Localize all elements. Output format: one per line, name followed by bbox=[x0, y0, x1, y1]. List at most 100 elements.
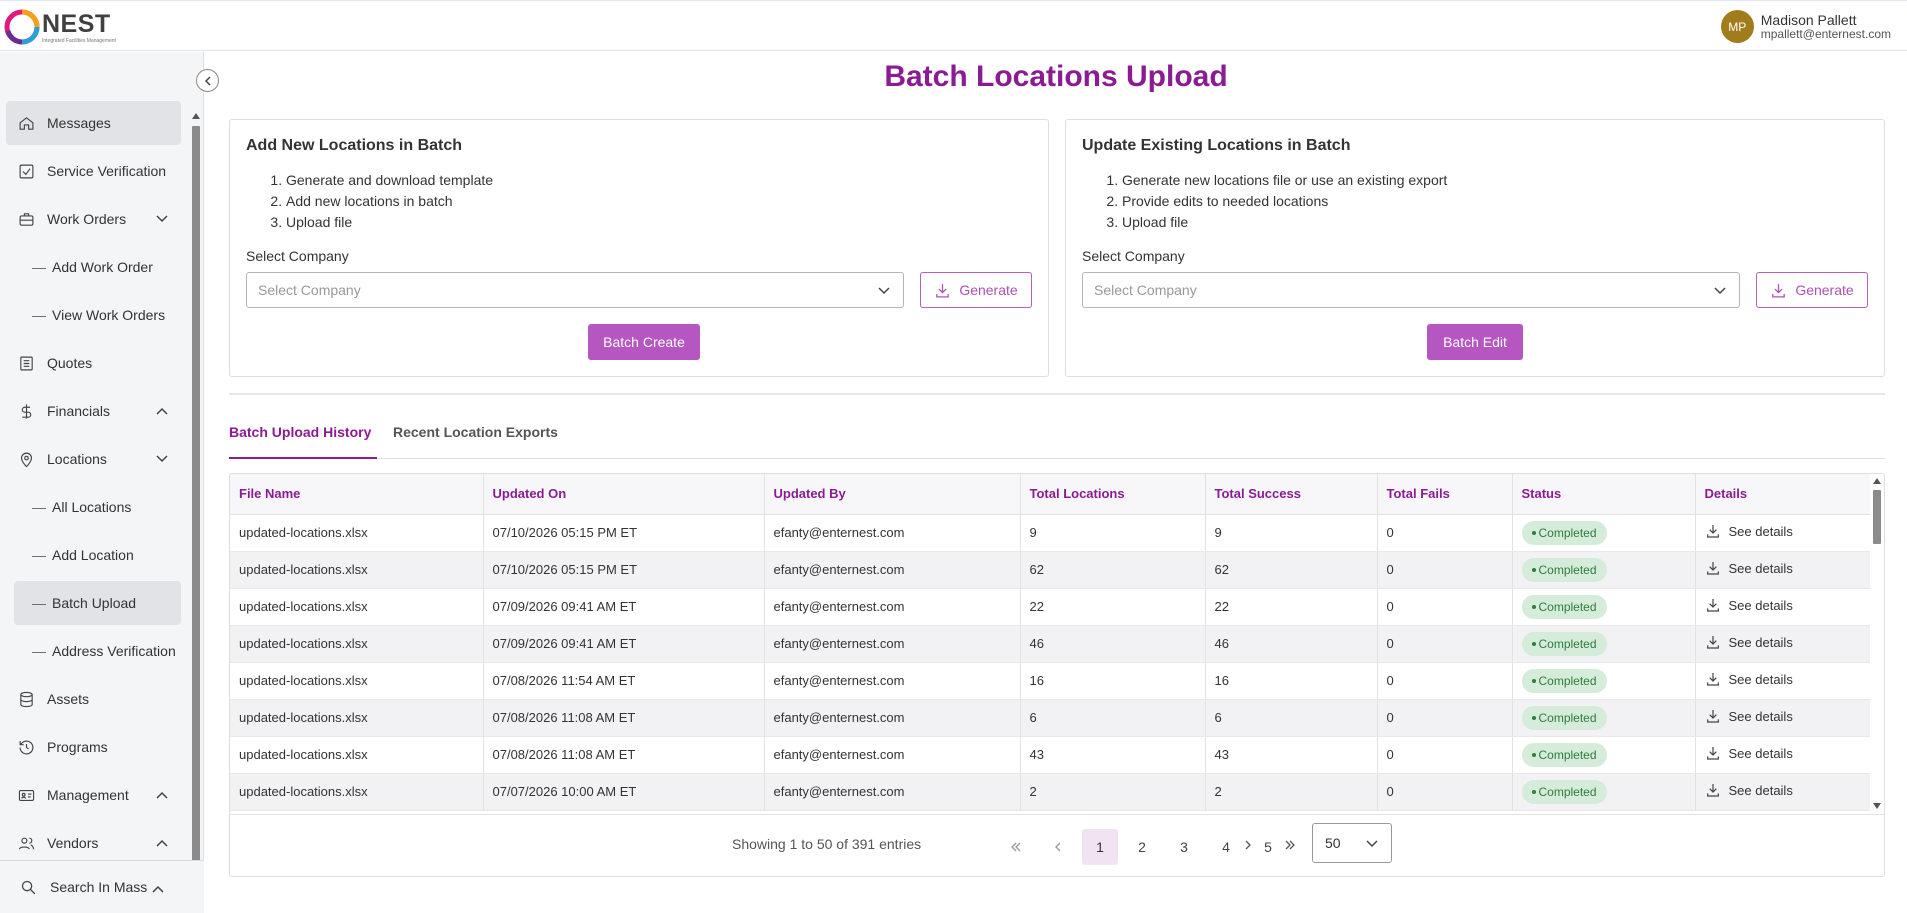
sidebar-subitem-add-work-order[interactable]: — Add Work Order bbox=[14, 245, 181, 289]
scroll-up-arrow-icon[interactable] bbox=[1873, 478, 1881, 484]
sidebar: Messages Service Verification Work Orders —… bbox=[0, 52, 204, 913]
sidebar-item-service-verification[interactable]: Service Verification bbox=[6, 149, 181, 193]
sidebar-item-financials[interactable]: Financials bbox=[6, 389, 181, 433]
sidebar-item-work-orders[interactable]: Work Orders bbox=[6, 197, 181, 241]
sidebar-item-label: Work Orders bbox=[47, 211, 127, 227]
nest-logo[interactable]: NEST Integrated Facilities Management bbox=[4, 6, 116, 48]
sidebar-subitem-batch-upload[interactable]: — Batch Upload bbox=[14, 581, 181, 625]
sidebar-item-programs[interactable]: Programs bbox=[6, 725, 181, 769]
sidebar-item-assets[interactable]: Assets bbox=[6, 677, 181, 721]
generate-template-button[interactable]: Generate bbox=[920, 272, 1032, 308]
see-details-link[interactable]: See details bbox=[1705, 782, 1793, 798]
scroll-up-arrow-icon[interactable] bbox=[192, 113, 200, 119]
column-header[interactable]: File Name bbox=[230, 474, 484, 515]
previous-page-button[interactable] bbox=[1040, 829, 1076, 865]
details-cell: See details bbox=[1695, 699, 1871, 737]
see-details-link[interactable]: See details bbox=[1705, 708, 1793, 724]
chevron-down-icon bbox=[156, 455, 168, 463]
batch-edit-button[interactable]: Batch Edit bbox=[1427, 324, 1523, 360]
updated-by-cell: efanty@enternest.com bbox=[764, 588, 1021, 626]
steps-list: Generate and download template Add new l… bbox=[270, 170, 493, 233]
sidebar-subitem-add-location[interactable]: — Add Location bbox=[14, 533, 181, 577]
collapse-sidebar-button[interactable] bbox=[196, 69, 219, 92]
total-fails-cell: 0 bbox=[1377, 773, 1513, 811]
updated-by-cell: efanty@enternest.com bbox=[764, 736, 1021, 774]
file-name-cell: updated-locations.xlsx bbox=[230, 662, 484, 700]
tab-batch-upload-history[interactable]: Batch Upload History bbox=[229, 422, 377, 459]
scroll-thumb[interactable] bbox=[1873, 490, 1881, 544]
main-content: Batch Locations Upload Add New Locations… bbox=[205, 52, 1907, 913]
column-header[interactable]: Total Success bbox=[1205, 474, 1378, 515]
download-icon bbox=[1706, 747, 1719, 760]
select-company-dropdown[interactable]: Select Company bbox=[246, 272, 904, 308]
dash-icon: — bbox=[32, 547, 46, 563]
sidebar-subitem-all-locations[interactable]: — All Locations bbox=[14, 485, 181, 529]
sidebar-item-search-in-mass[interactable]: Search In Mass bbox=[0, 860, 204, 913]
double-chevron-left-icon bbox=[1011, 842, 1021, 852]
updated-by-cell: efanty@enternest.com bbox=[764, 773, 1021, 811]
see-details-link[interactable]: See details bbox=[1705, 560, 1793, 576]
status-badge: Completed bbox=[1521, 779, 1607, 804]
details-cell: See details bbox=[1695, 551, 1871, 589]
chevron-up-icon bbox=[156, 791, 168, 799]
total-success-cell: 9 bbox=[1205, 514, 1378, 552]
sidebar-subitem-address-verification[interactable]: — Address Verification bbox=[14, 629, 181, 673]
see-details-link[interactable]: See details bbox=[1705, 634, 1793, 650]
generate-export-button[interactable]: Generate bbox=[1756, 272, 1868, 308]
download-icon bbox=[1706, 562, 1719, 575]
page-size-value: 50 bbox=[1325, 835, 1341, 851]
select-placeholder: Select Company bbox=[1094, 282, 1197, 298]
status-dot-icon bbox=[1531, 678, 1536, 683]
see-details-label: See details bbox=[1728, 634, 1793, 650]
batch-create-button[interactable]: Batch Create bbox=[588, 324, 700, 360]
step-item: Provide edits to needed locations bbox=[1122, 191, 1447, 212]
total-locations-cell: 6 bbox=[1020, 699, 1206, 737]
download-icon bbox=[936, 283, 950, 298]
updated-on-cell: 07/09/2026 09:41 AM ET bbox=[483, 625, 765, 663]
history-icon bbox=[16, 737, 36, 757]
total-locations-cell: 62 bbox=[1020, 551, 1206, 589]
column-header[interactable]: Details bbox=[1695, 474, 1871, 515]
first-page-button[interactable] bbox=[998, 829, 1034, 865]
users-icon bbox=[16, 833, 36, 853]
sidebar-item-label: Search In Mass bbox=[50, 879, 148, 895]
total-fails-cell: 0 bbox=[1377, 736, 1513, 774]
sidebar-subitem-view-work-orders[interactable]: — View Work Orders bbox=[14, 293, 181, 337]
scroll-down-arrow-icon[interactable] bbox=[1873, 803, 1881, 809]
total-success-cell: 43 bbox=[1205, 736, 1378, 774]
download-icon bbox=[1772, 283, 1786, 298]
status-dot-icon bbox=[1531, 641, 1536, 646]
select-company-label: Select Company bbox=[1082, 248, 1185, 264]
column-header[interactable]: Updated On bbox=[483, 474, 765, 515]
page-button-1[interactable]: 1 bbox=[1082, 829, 1118, 865]
sidebar-item-vendors[interactable]: Vendors bbox=[6, 821, 181, 865]
user-menu[interactable]: MP Madison Pallett mpallett@enternest.co… bbox=[1720, 10, 1891, 43]
sidebar-item-quotes[interactable]: Quotes bbox=[6, 341, 181, 385]
tab-recent-location-exports[interactable]: Recent Location Exports bbox=[393, 422, 558, 459]
file-name-cell: updated-locations.xlsx bbox=[230, 699, 484, 737]
sidebar-item-locations[interactable]: Locations bbox=[6, 437, 181, 481]
page-button-3[interactable]: 3 bbox=[1166, 829, 1202, 865]
page-button-2[interactable]: 2 bbox=[1124, 829, 1160, 865]
dash-icon: — bbox=[32, 595, 46, 611]
select-company-dropdown[interactable]: Select Company bbox=[1082, 272, 1740, 308]
sidebar-item-messages[interactable]: Messages bbox=[6, 101, 181, 145]
table-row: updated-locations.xlsx 07/10/2026 05:15 P… bbox=[230, 514, 1871, 552]
column-header[interactable]: Total Fails bbox=[1377, 474, 1513, 515]
column-header[interactable]: Updated By bbox=[764, 474, 1021, 515]
see-details-link[interactable]: See details bbox=[1705, 597, 1793, 613]
column-header[interactable]: Status bbox=[1512, 474, 1696, 515]
last-page-button[interactable] bbox=[1272, 827, 1308, 863]
table-row: updated-locations.xlsx 07/07/2026 10:00 A… bbox=[230, 773, 1871, 811]
see-details-link[interactable]: See details bbox=[1705, 523, 1793, 539]
table-scrollbar[interactable] bbox=[1870, 474, 1884, 813]
see-details-link[interactable]: See details bbox=[1705, 745, 1793, 761]
column-header[interactable]: Total Locations bbox=[1020, 474, 1206, 515]
batch-history-table: File Name Updated On Updated By Total Lo… bbox=[229, 473, 1885, 877]
page-size-select[interactable]: 50 bbox=[1312, 823, 1392, 863]
next-page-button[interactable] bbox=[1230, 827, 1266, 863]
scroll-thumb[interactable] bbox=[192, 126, 200, 886]
see-details-link[interactable]: See details bbox=[1705, 671, 1793, 687]
sidebar-scrollbar[interactable] bbox=[191, 112, 201, 902]
sidebar-item-management[interactable]: Management bbox=[6, 773, 181, 817]
